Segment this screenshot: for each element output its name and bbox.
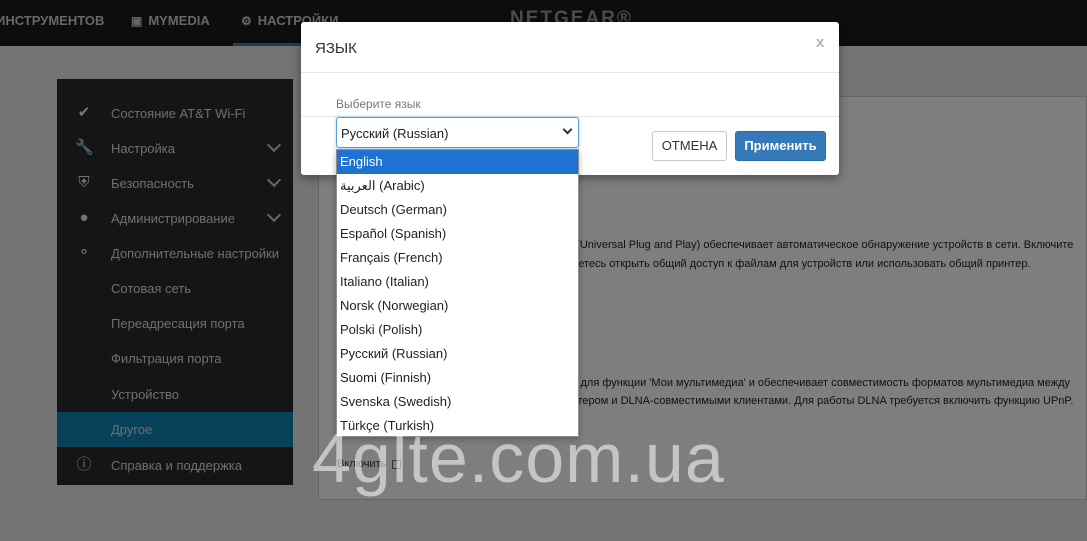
language-option-norwegian[interactable]: Norsk (Norwegian) xyxy=(337,294,578,318)
language-option-arabic[interactable]: العربية (Arabic) xyxy=(337,174,578,198)
dialog-header: ЯЗЫК x xyxy=(301,22,839,73)
language-option-finnish[interactable]: Suomi (Finnish) xyxy=(337,366,578,390)
language-select-value: Русский (Russian) xyxy=(341,126,449,141)
language-option-polish[interactable]: Polski (Polish) xyxy=(337,318,578,342)
language-option-german[interactable]: Deutsch (German) xyxy=(337,198,578,222)
language-option-spanish[interactable]: Español (Spanish) xyxy=(337,222,578,246)
close-icon[interactable]: x xyxy=(816,34,824,51)
watermark: 4glte.com.ua xyxy=(312,419,725,497)
language-select[interactable]: Русский (Russian) xyxy=(336,117,579,148)
language-field-label: Выберите язык xyxy=(336,97,421,111)
language-option-russian[interactable]: Русский (Russian) xyxy=(337,342,578,366)
language-option-italian[interactable]: Italiano (Italian) xyxy=(337,270,578,294)
language-option-french[interactable]: Français (French) xyxy=(337,246,578,270)
apply-button[interactable]: Применить xyxy=(735,131,826,161)
language-options-list: English العربية (Arabic) Deutsch (German… xyxy=(336,149,579,437)
dialog-title: ЯЗЫК xyxy=(315,40,357,57)
chevron-down-icon xyxy=(562,124,573,135)
cancel-button[interactable]: ОТМЕНА xyxy=(652,131,727,161)
language-option-english[interactable]: English xyxy=(337,150,578,174)
language-option-swedish[interactable]: Svenska (Swedish) xyxy=(337,390,578,414)
